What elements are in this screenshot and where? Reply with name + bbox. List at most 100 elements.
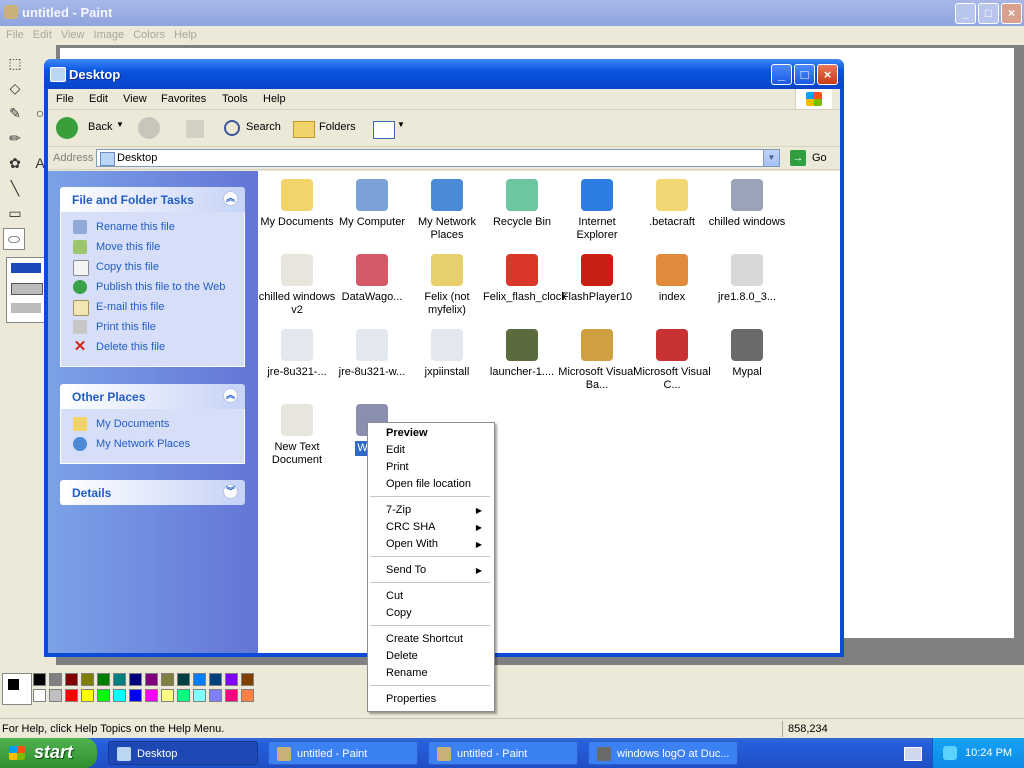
context-menu-item-print[interactable]: Print xyxy=(386,461,490,475)
paint-menu-edit[interactable]: Edit xyxy=(33,29,52,41)
context-menu-item-properties[interactable]: Properties xyxy=(386,693,490,707)
color-swatch[interactable] xyxy=(129,689,142,702)
keyboard-icon[interactable] xyxy=(904,747,922,761)
airbrush-icon[interactable]: ✿ xyxy=(5,153,25,173)
address-dropdown-icon[interactable]: ▼ xyxy=(763,150,779,166)
file-item[interactable]: My Documents xyxy=(258,179,336,229)
start-button[interactable]: start xyxy=(0,738,97,768)
paint-menu-colors[interactable]: Colors xyxy=(133,29,165,41)
tool-options-box[interactable] xyxy=(6,257,48,323)
task-move[interactable]: Move this file xyxy=(61,238,244,258)
address-input[interactable]: Desktop ▼ xyxy=(96,149,780,167)
file-item[interactable]: Mypal xyxy=(708,329,786,379)
up-folder-icon[interactable] xyxy=(186,120,204,138)
color-swatch[interactable] xyxy=(177,689,190,702)
eraser-icon[interactable]: ◇ xyxy=(5,78,25,98)
task-delete[interactable]: ✕ Delete this file xyxy=(61,338,244,358)
task-copy[interactable]: Copy this file xyxy=(61,258,244,278)
color-swatch[interactable] xyxy=(33,689,46,702)
color-swatch[interactable] xyxy=(81,689,94,702)
place-my-documents[interactable]: My Documents xyxy=(61,415,244,435)
forward-button[interactable] xyxy=(138,117,160,139)
task-publish[interactable]: Publish this file to the Web xyxy=(61,278,244,298)
context-menu-item-preview[interactable]: Preview xyxy=(386,427,490,441)
color-swatch[interactable] xyxy=(97,689,110,702)
tray-app-icon[interactable] xyxy=(943,746,957,760)
context-menu-item-7-zip[interactable]: 7-Zip ▶ xyxy=(386,504,490,518)
file-item[interactable]: chilled windows v2 xyxy=(258,254,336,317)
context-menu-item-open-file-location[interactable]: Open file location xyxy=(386,478,490,492)
menu-help[interactable]: Help xyxy=(263,93,286,105)
file-item[interactable]: jre-8u321-... xyxy=(258,329,336,379)
file-item[interactable]: index xyxy=(633,254,711,304)
context-menu-item-edit[interactable]: Edit xyxy=(386,444,490,458)
file-folder-tasks-header[interactable]: File and Folder Tasks ︽ xyxy=(60,187,245,212)
color-swatch[interactable] xyxy=(209,689,222,702)
search-button[interactable]: Search xyxy=(220,117,284,141)
file-item[interactable]: Recycle Bin xyxy=(483,179,561,229)
file-item[interactable]: launcher-1.... xyxy=(483,329,561,379)
explorer-maximize-button[interactable]: □ xyxy=(794,64,815,85)
file-item[interactable]: Felix_flash_clock xyxy=(483,254,567,304)
color-swatch[interactable] xyxy=(193,673,206,686)
line-tool-icon[interactable]: ╲ xyxy=(5,178,25,198)
color-swatch[interactable] xyxy=(161,673,174,686)
free-select-icon[interactable]: ⬚ xyxy=(5,53,25,73)
file-item[interactable]: jre1.8.0_3... xyxy=(708,254,786,304)
current-colors[interactable] xyxy=(2,673,32,705)
pencil-icon[interactable]: ✏ xyxy=(5,128,25,148)
file-item[interactable]: My Network Places xyxy=(408,179,486,242)
color-swatch[interactable] xyxy=(161,689,174,702)
paint-menu-image[interactable]: Image xyxy=(94,29,125,41)
collapse-chevron-icon[interactable]: ︽ xyxy=(223,191,238,206)
task-email[interactable]: E-mail this file xyxy=(61,298,244,318)
color-swatch[interactable] xyxy=(65,673,78,686)
context-menu-item-rename[interactable]: Rename xyxy=(386,667,490,681)
file-item[interactable]: My Computer xyxy=(333,179,411,229)
explorer-close-button[interactable]: × xyxy=(817,64,838,85)
context-menu-item-cut[interactable]: Cut xyxy=(386,590,490,604)
paint-maximize-button[interactable]: □ xyxy=(978,3,999,24)
file-item[interactable]: Felix (not myfelix) xyxy=(408,254,486,317)
details-header[interactable]: Details ︾ xyxy=(60,480,245,505)
ellipse-tool-icon[interactable]: ⬭ xyxy=(3,228,25,250)
expand-chevron-icon[interactable]: ︾ xyxy=(223,484,238,499)
back-button[interactable]: Back ▼ xyxy=(56,117,124,141)
color-swatch[interactable] xyxy=(145,673,158,686)
context-menu-item-delete[interactable]: Delete xyxy=(386,650,490,664)
color-swatch[interactable] xyxy=(113,673,126,686)
explorer-minimize-button[interactable]: _ xyxy=(771,64,792,85)
paint-minimize-button[interactable]: _ xyxy=(955,3,976,24)
menu-file[interactable]: File xyxy=(56,93,74,105)
views-button[interactable]: ▼ xyxy=(370,117,406,141)
color-swatch[interactable] xyxy=(33,673,46,686)
clock[interactable]: 10:24 PM xyxy=(965,747,1012,759)
color-swatch[interactable] xyxy=(97,673,110,686)
context-menu-item-crc-sha[interactable]: CRC SHA ▶ xyxy=(386,521,490,535)
color-swatch[interactable] xyxy=(193,689,206,702)
task-rename[interactable]: Rename this file xyxy=(61,218,244,238)
file-item[interactable]: jxpiinstall xyxy=(408,329,486,379)
color-swatch[interactable] xyxy=(225,689,238,702)
file-item[interactable]: Microsoft Visual Ba... xyxy=(558,329,636,392)
paint-menu-view[interactable]: View xyxy=(61,29,85,41)
color-swatch[interactable] xyxy=(225,673,238,686)
color-swatch[interactable] xyxy=(113,689,126,702)
color-swatch[interactable] xyxy=(145,689,158,702)
other-places-header[interactable]: Other Places ︽ xyxy=(60,384,245,409)
taskbar-item-desktop[interactable]: Desktop xyxy=(108,741,258,765)
file-item[interactable]: New Text Document xyxy=(258,404,336,467)
file-item[interactable]: chilled windows xyxy=(708,179,786,229)
place-my-network-places[interactable]: My Network Places xyxy=(61,435,244,455)
paint-menu-help[interactable]: Help xyxy=(174,29,197,41)
context-menu-item-copy[interactable]: Copy xyxy=(386,607,490,621)
taskbar-item-browser[interactable]: windows logO at Duc... xyxy=(588,741,738,765)
file-item[interactable]: Internet Explorer xyxy=(558,179,636,242)
color-swatch[interactable] xyxy=(49,673,62,686)
color-swatch[interactable] xyxy=(177,673,190,686)
context-menu-item-create-shortcut[interactable]: Create Shortcut xyxy=(386,633,490,647)
file-item[interactable]: FlashPlayer10 xyxy=(558,254,636,304)
color-swatch[interactable] xyxy=(81,673,94,686)
context-menu-item-send-to[interactable]: Send To ▶ xyxy=(386,564,490,578)
color-swatch[interactable] xyxy=(65,689,78,702)
